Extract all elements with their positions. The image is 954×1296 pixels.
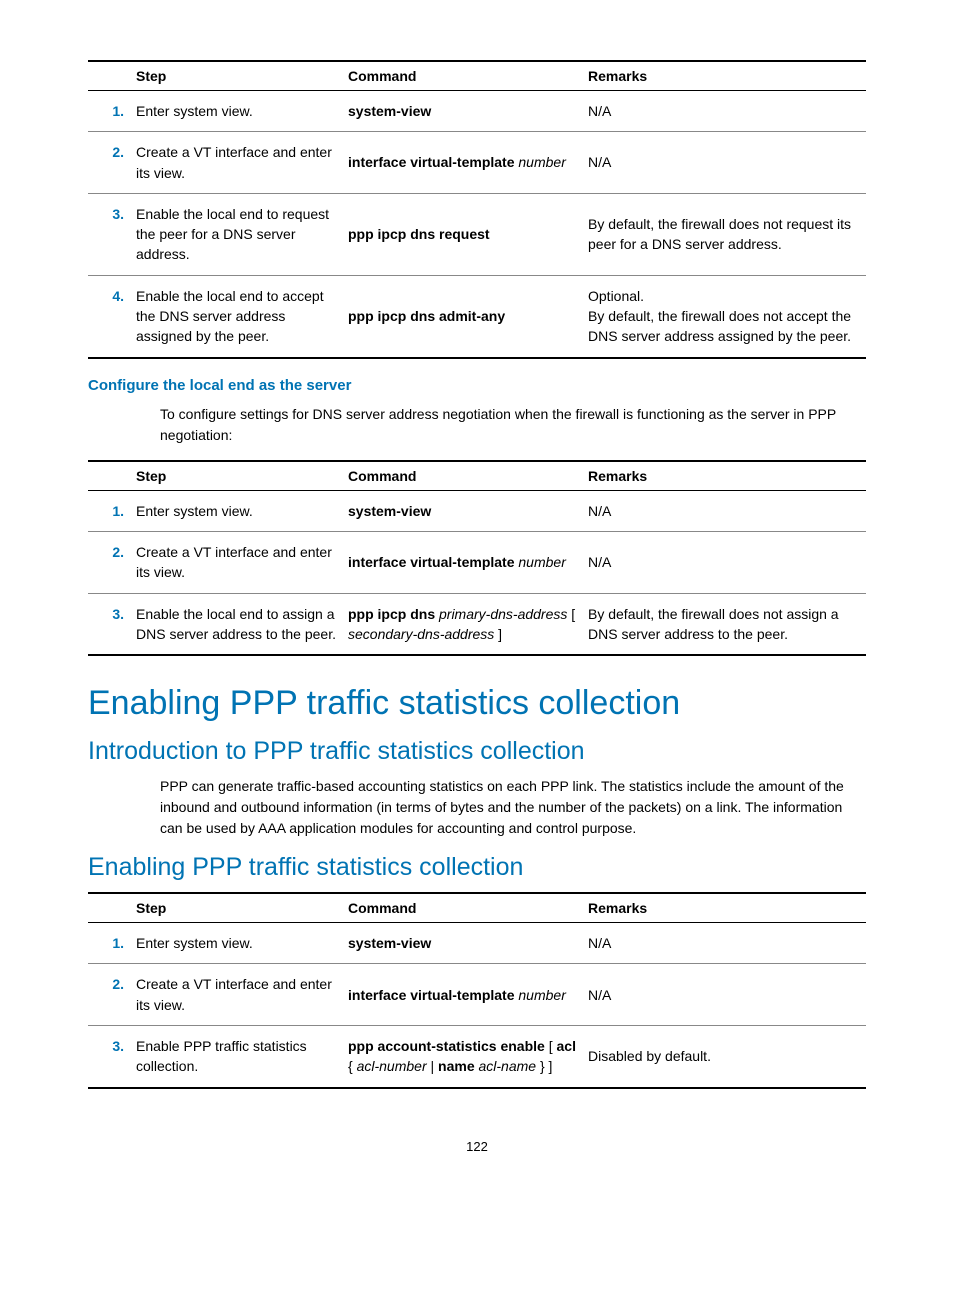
command-text: system-view — [342, 923, 582, 964]
th-command: Command — [342, 61, 582, 91]
step-text: Enable the local end to request the peer… — [130, 193, 342, 275]
step-number: 3. — [88, 1026, 130, 1088]
table-row: 2.Create a VT interface and enter its vi… — [88, 531, 866, 593]
command-text: interface virtual-template number — [342, 531, 582, 593]
command-text: system-view — [342, 91, 582, 132]
th-command: Command — [342, 893, 582, 923]
step-number: 1. — [88, 923, 130, 964]
table-row: 2.Create a VT interface and enter its vi… — [88, 964, 866, 1026]
table-row: 3.Enable PPP traffic statistics collecti… — [88, 1026, 866, 1088]
step-number: 2. — [88, 531, 130, 593]
table-row: 1.Enter system view.system-viewN/A — [88, 490, 866, 531]
para-intro-ppp: PPP can generate traffic-based accountin… — [160, 776, 866, 839]
table-ppp-stats: Step Command Remarks 1.Enter system view… — [88, 892, 866, 1088]
step-number: 1. — [88, 490, 130, 531]
step-text: Create a VT interface and enter its view… — [130, 531, 342, 593]
command-text: interface virtual-template number — [342, 964, 582, 1026]
heading-configure-server: Configure the local end as the server — [88, 377, 866, 394]
page-number: 122 — [88, 1139, 866, 1154]
command-text: ppp ipcp dns request — [342, 193, 582, 275]
step-number: 1. — [88, 91, 130, 132]
table-row: 3.Enable the local end to assign a DNS s… — [88, 593, 866, 655]
step-text: Enable the local end to accept the DNS s… — [130, 275, 342, 357]
step-text: Enter system view. — [130, 923, 342, 964]
heading-enabling-ppp-2: Enabling PPP traffic statistics collecti… — [88, 853, 866, 882]
step-text: Create a VT interface and enter its view… — [130, 132, 342, 194]
remarks-text: By default, the firewall does not assign… — [582, 593, 866, 655]
remarks-text: N/A — [582, 531, 866, 593]
heading-intro-ppp: Introduction to PPP traffic statistics c… — [88, 737, 866, 766]
th-step: Step — [130, 461, 342, 491]
remarks-text: N/A — [582, 964, 866, 1026]
table-row: 1.Enter system view.system-viewN/A — [88, 91, 866, 132]
para-configure-server: To configure settings for DNS server add… — [160, 404, 866, 446]
step-number: 4. — [88, 275, 130, 357]
command-text: ppp ipcp dns admit-any — [342, 275, 582, 357]
command-text: ppp ipcp dns primary-dns-address [ secon… — [342, 593, 582, 655]
table-row: 1.Enter system view.system-viewN/A — [88, 923, 866, 964]
remarks-text: N/A — [582, 132, 866, 194]
command-text: system-view — [342, 490, 582, 531]
step-text: Enable PPP traffic statistics collection… — [130, 1026, 342, 1088]
step-text: Enable the local end to assign a DNS ser… — [130, 593, 342, 655]
command-text: ppp account-statistics enable [ acl { ac… — [342, 1026, 582, 1088]
table-row: 2.Create a VT interface and enter its vi… — [88, 132, 866, 194]
table-dns-client: Step Command Remarks 1.Enter system view… — [88, 60, 866, 359]
step-text: Enter system view. — [130, 91, 342, 132]
th-remarks: Remarks — [582, 61, 866, 91]
step-text: Create a VT interface and enter its view… — [130, 964, 342, 1026]
command-text: interface virtual-template number — [342, 132, 582, 194]
th-remarks: Remarks — [582, 893, 866, 923]
step-number: 3. — [88, 193, 130, 275]
step-number: 2. — [88, 964, 130, 1026]
remarks-text: Disabled by default. — [582, 1026, 866, 1088]
remarks-text: N/A — [582, 490, 866, 531]
step-number: 2. — [88, 132, 130, 194]
remarks-text: Optional.By default, the firewall does n… — [582, 275, 866, 357]
table-row: 3.Enable the local end to request the pe… — [88, 193, 866, 275]
step-number: 3. — [88, 593, 130, 655]
th-step: Step — [130, 893, 342, 923]
step-text: Enter system view. — [130, 490, 342, 531]
th-command: Command — [342, 461, 582, 491]
th-remarks: Remarks — [582, 461, 866, 491]
remarks-text: N/A — [582, 923, 866, 964]
table-row: 4.Enable the local end to accept the DNS… — [88, 275, 866, 357]
table-dns-server: Step Command Remarks 1.Enter system view… — [88, 460, 866, 656]
heading-enabling-ppp: Enabling PPP traffic statistics collecti… — [88, 684, 866, 723]
remarks-text: By default, the firewall does not reques… — [582, 193, 866, 275]
remarks-text: N/A — [582, 91, 866, 132]
th-step: Step — [130, 61, 342, 91]
